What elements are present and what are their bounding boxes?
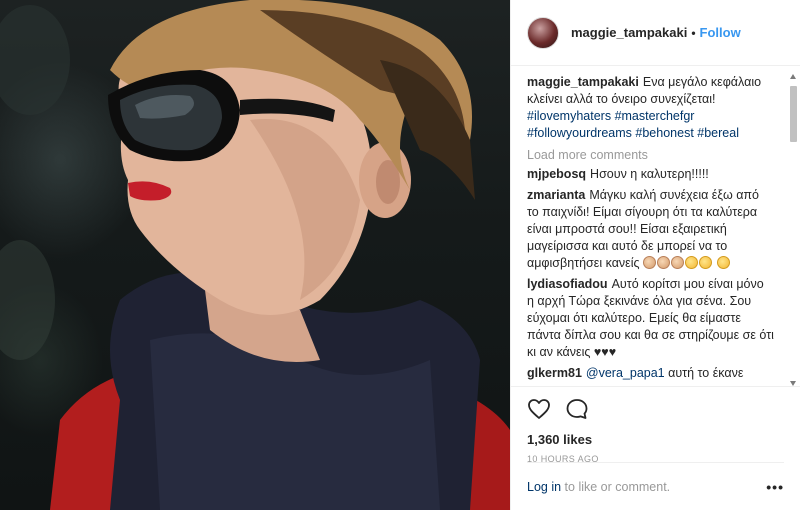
follow-button[interactable]: Follow xyxy=(700,25,741,40)
login-prompt-text: to like or comment. xyxy=(564,479,671,494)
post-header: maggie_tampakaki • Follow xyxy=(511,0,800,66)
hashtag-link[interactable]: #ilovemyhaters xyxy=(527,109,611,123)
header-separator: • xyxy=(691,25,696,40)
scrollbar-thumb[interactable] xyxy=(790,86,797,142)
clap-emoji-icon xyxy=(671,256,685,269)
comment-username[interactable]: mjpebosq xyxy=(527,167,586,181)
header-username[interactable]: maggie_tampakaki xyxy=(571,25,687,40)
mention-link[interactable]: @vera_papa1 xyxy=(586,366,665,380)
comment-bubble-icon[interactable] xyxy=(565,397,589,421)
post-photo[interactable] xyxy=(0,0,510,510)
smile-emoji-icon xyxy=(699,256,713,269)
comment-text: αυτή το έκανε xyxy=(668,366,744,380)
instagram-post: maggie_tampakaki • Follow maggie_tampaka… xyxy=(0,0,800,510)
post-side-panel: maggie_tampakaki • Follow maggie_tampaka… xyxy=(510,0,800,510)
load-more-comments-button[interactable]: Load more comments xyxy=(527,148,784,162)
comment-item: lydiasofiadou Αυτό κορίτσι μου είναι μόνο… xyxy=(527,276,784,361)
login-link[interactable]: Log in xyxy=(527,480,561,494)
heart-icon[interactable] xyxy=(527,397,551,421)
avatar[interactable] xyxy=(527,16,559,49)
hashtag-link[interactable]: #bereal xyxy=(697,126,739,140)
hashtag-link[interactable]: #behonest xyxy=(635,126,693,140)
comment-username[interactable]: lydiasofiadou xyxy=(527,277,608,291)
comment-username[interactable]: zmarianta xyxy=(527,188,585,202)
comment-item: zmarianta Μάγκυ καλή συνέχεια έξω από το … xyxy=(527,187,784,272)
comment-text: Ησουν η καλυτερη!!!!! xyxy=(590,167,709,181)
comment-item: mjpebosq Ησουν η καλυτερη!!!!! xyxy=(527,166,784,183)
caption: maggie_tampakaki Ενα μεγάλο κεφάλαιο κλεί… xyxy=(527,74,784,142)
scroll-up-arrow-icon[interactable] xyxy=(790,74,796,79)
clap-emoji-icon xyxy=(657,256,671,269)
comments-scrollbar[interactable] xyxy=(789,74,798,386)
post-actions xyxy=(511,386,800,430)
caption-username[interactable]: maggie_tampakaki xyxy=(527,75,639,89)
hashtag-link[interactable]: #masterchefgr xyxy=(615,109,695,123)
more-options-icon[interactable]: ••• xyxy=(766,479,784,495)
comment-item: glkerm81 @vera_papa1 αυτή το έκανε xyxy=(527,365,784,382)
likes-count[interactable]: 1,360 likes xyxy=(511,430,800,450)
comments-list[interactable]: maggie_tampakaki Ενα μεγάλο κεφάλαιο κλεί… xyxy=(511,66,800,386)
post-footer: Log in to like or comment. ••• xyxy=(527,462,784,510)
hashtag-link[interactable]: #followyourdreams xyxy=(527,126,632,140)
scroll-down-arrow-icon[interactable] xyxy=(790,381,796,386)
smile-emoji-icon xyxy=(685,256,699,269)
smile-emoji-icon xyxy=(716,256,730,269)
clap-emoji-icon xyxy=(643,256,657,269)
portrait-illustration xyxy=(0,0,510,510)
comment-username[interactable]: glkerm81 xyxy=(527,366,582,380)
